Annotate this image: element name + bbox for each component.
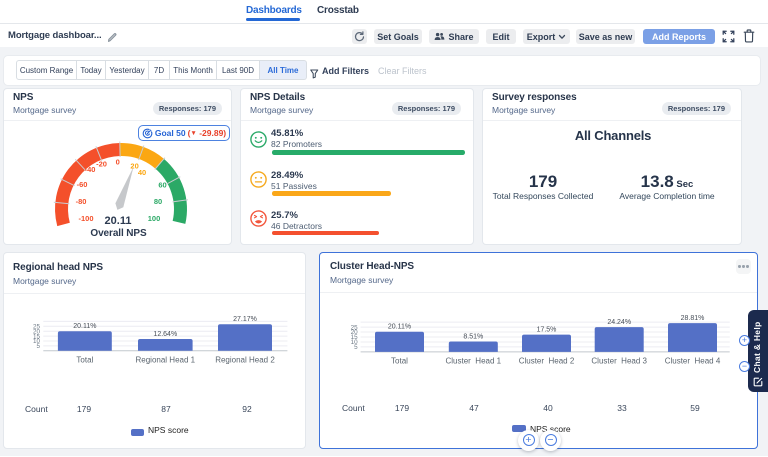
svg-text:60: 60 bbox=[158, 181, 166, 190]
svg-text:Regional Head 2: Regional Head 2 bbox=[215, 355, 275, 364]
svg-text:Total: Total bbox=[391, 356, 408, 365]
svg-text:Total: Total bbox=[76, 355, 93, 364]
svg-text:Regional Head 1: Regional Head 1 bbox=[135, 355, 195, 364]
svg-text:-40: -40 bbox=[85, 165, 96, 174]
svg-text:5: 5 bbox=[354, 344, 358, 351]
svg-text:-20: -20 bbox=[96, 160, 107, 169]
svg-text:0: 0 bbox=[116, 158, 120, 167]
svg-text:Cluster Head 2: Cluster Head 2 bbox=[519, 356, 575, 365]
svg-text:-60: -60 bbox=[77, 180, 88, 189]
svg-text:17.5%: 17.5% bbox=[537, 326, 557, 333]
svg-text:28.81%: 28.81% bbox=[681, 315, 705, 322]
svg-text:80: 80 bbox=[154, 197, 162, 206]
svg-text:Cluster Head 4: Cluster Head 4 bbox=[665, 356, 721, 365]
svg-text:8.51%: 8.51% bbox=[463, 333, 483, 340]
svg-text:24.24%: 24.24% bbox=[607, 319, 631, 326]
svg-text:12.64%: 12.64% bbox=[153, 331, 177, 338]
svg-text:5: 5 bbox=[36, 343, 40, 350]
svg-text:20.11%: 20.11% bbox=[73, 323, 96, 330]
svg-text:Cluster Head 3: Cluster Head 3 bbox=[591, 356, 647, 365]
svg-text:Cluster Head 1: Cluster Head 1 bbox=[446, 356, 502, 365]
svg-text:27.17%: 27.17% bbox=[233, 316, 257, 323]
svg-text:20.11%: 20.11% bbox=[388, 324, 411, 331]
svg-text:40: 40 bbox=[138, 168, 146, 177]
svg-text:-80: -80 bbox=[76, 197, 87, 206]
